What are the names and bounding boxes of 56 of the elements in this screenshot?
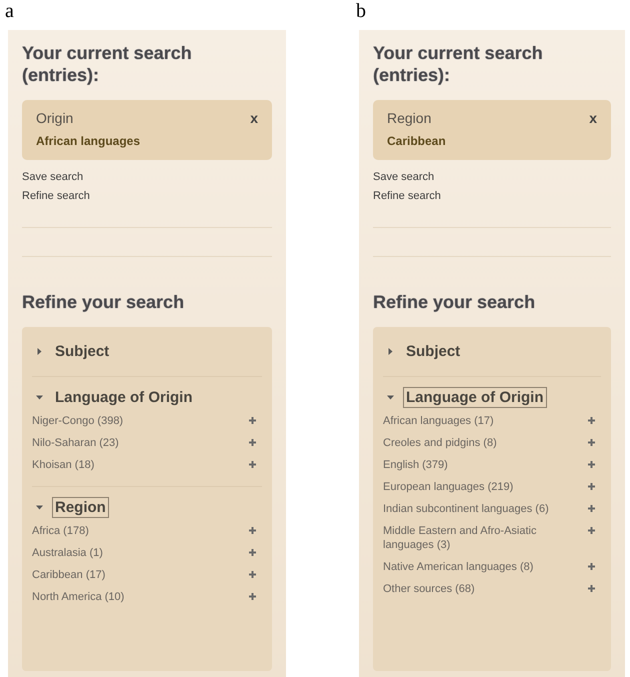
facet-option[interactable]: Khoisan (18) [32, 458, 94, 472]
facet-option[interactable]: Indian subcontinent languages (6) [383, 502, 549, 516]
search-link[interactable]: Refine search [373, 189, 441, 203]
section-heading: Your current search (entries): [22, 42, 193, 86]
facet-title[interactable]: Language of Origin [403, 387, 546, 408]
section-heading: Refine your search [373, 291, 536, 313]
add-icon[interactable] [588, 527, 595, 534]
facet-option[interactable]: Nilo-Saharan (23) [32, 436, 119, 450]
facet-title[interactable]: Subject [52, 341, 112, 362]
add-icon[interactable] [588, 563, 595, 570]
add-icon[interactable] [249, 549, 256, 556]
facet-option[interactable]: North America (10) [32, 590, 124, 604]
add-icon[interactable] [249, 439, 256, 446]
facet-title[interactable]: Region [52, 497, 109, 518]
facet-option[interactable]: Native American languages (8) [383, 560, 534, 574]
caret-down-icon[interactable] [36, 394, 43, 401]
add-icon[interactable] [249, 461, 256, 468]
filter-value: Caribbean [387, 134, 446, 148]
facet-option[interactable]: English (379) [383, 458, 448, 472]
add-icon[interactable] [588, 461, 595, 468]
facet-option[interactable]: Niger-Congo (398) [32, 414, 124, 428]
filter-value: African languages [36, 134, 140, 148]
caret-down-icon[interactable] [387, 394, 394, 401]
panel-label: a [5, 0, 14, 24]
facet-option[interactable]: Other sources (68) [383, 582, 475, 596]
add-icon[interactable] [588, 483, 595, 490]
facet-option[interactable]: Caribbean (17) [32, 568, 106, 582]
section-heading: Your current search (entries): [373, 42, 544, 86]
facet-option[interactable]: European languages (219) [383, 480, 514, 494]
add-icon[interactable] [249, 593, 256, 600]
add-icon[interactable] [588, 505, 595, 512]
section-heading: Refine your search [22, 291, 184, 313]
facet-option[interactable]: Middle Eastern and Afro-Asiatic languages (3) [383, 524, 582, 552]
caret-right-icon[interactable] [387, 348, 394, 355]
facet-title[interactable]: Language of Origin [52, 387, 196, 408]
filter-field: Origin [36, 110, 74, 126]
panel-label: b [356, 0, 366, 24]
add-icon[interactable] [249, 417, 256, 424]
add-icon[interactable] [249, 527, 256, 534]
facet-option[interactable]: Australasia (1) [32, 546, 103, 560]
search-link[interactable]: Refine search [22, 189, 90, 203]
facet-title[interactable]: Subject [403, 341, 464, 362]
add-icon[interactable] [588, 585, 595, 592]
search-link[interactable]: Save search [373, 170, 434, 184]
facet-option[interactable]: Africa (178) [32, 524, 89, 538]
facet-option[interactable]: Creoles and pidgins (8) [383, 436, 497, 450]
caret-right-icon[interactable] [36, 348, 43, 355]
add-icon[interactable] [588, 439, 595, 446]
add-icon[interactable] [249, 571, 256, 578]
search-link[interactable]: Save search [22, 170, 84, 184]
remove-button[interactable]: x [250, 110, 258, 126]
caret-down-icon[interactable] [36, 504, 43, 511]
remove-button[interactable]: x [589, 110, 597, 126]
add-icon[interactable] [588, 417, 595, 424]
facet-option[interactable]: African languages (17) [383, 414, 494, 428]
filter-field: Region [387, 110, 432, 126]
